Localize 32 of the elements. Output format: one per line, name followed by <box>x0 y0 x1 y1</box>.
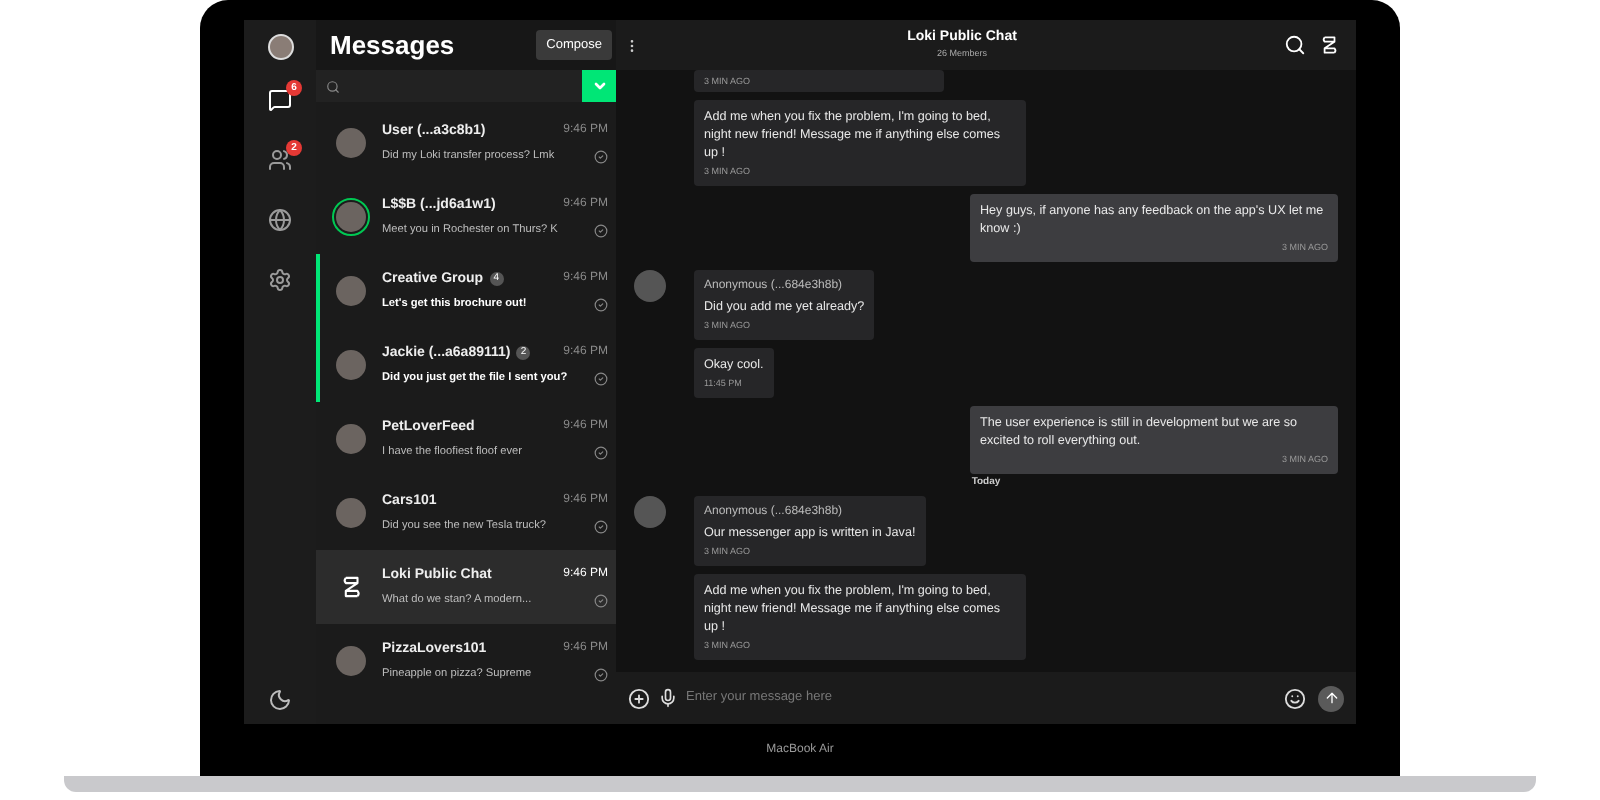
add-icon[interactable] <box>628 687 650 709</box>
avatar-photo <box>336 646 366 676</box>
settings-icon[interactable] <box>268 268 292 292</box>
search-icon <box>326 79 340 93</box>
read-check-icon <box>594 149 608 164</box>
chat-bubble-icon[interactable] <box>268 88 292 112</box>
page-title: Messages <box>330 27 455 64</box>
search-icon[interactable] <box>1284 34 1306 56</box>
people-icon[interactable] <box>268 148 292 172</box>
moon-icon[interactable] <box>268 688 292 712</box>
read-check-icon <box>594 297 608 312</box>
send-button[interactable] <box>1318 685 1344 711</box>
avatar-photo <box>336 276 366 306</box>
arrow-up-icon <box>1323 690 1339 706</box>
microphone-icon[interactable] <box>658 688 678 708</box>
emoji-icon[interactable] <box>1284 687 1306 709</box>
avatar-photo <box>336 424 366 454</box>
globe-icon[interactable] <box>268 208 292 232</box>
avatar-photo <box>336 350 366 380</box>
read-check-icon <box>594 371 608 386</box>
read-check-icon <box>594 593 608 608</box>
search-field[interactable] <box>316 70 616 102</box>
read-check-icon <box>594 667 608 682</box>
read-check-icon <box>594 519 608 534</box>
caret-icon <box>591 78 607 94</box>
read-check-icon <box>594 223 608 238</box>
avatar-photo <box>336 498 366 528</box>
avatar-photo <box>336 128 366 158</box>
avatar-photo[interactable] <box>267 34 293 60</box>
logo-icon <box>1318 34 1340 56</box>
logo-icon <box>338 574 364 600</box>
read-check-icon <box>594 445 608 460</box>
